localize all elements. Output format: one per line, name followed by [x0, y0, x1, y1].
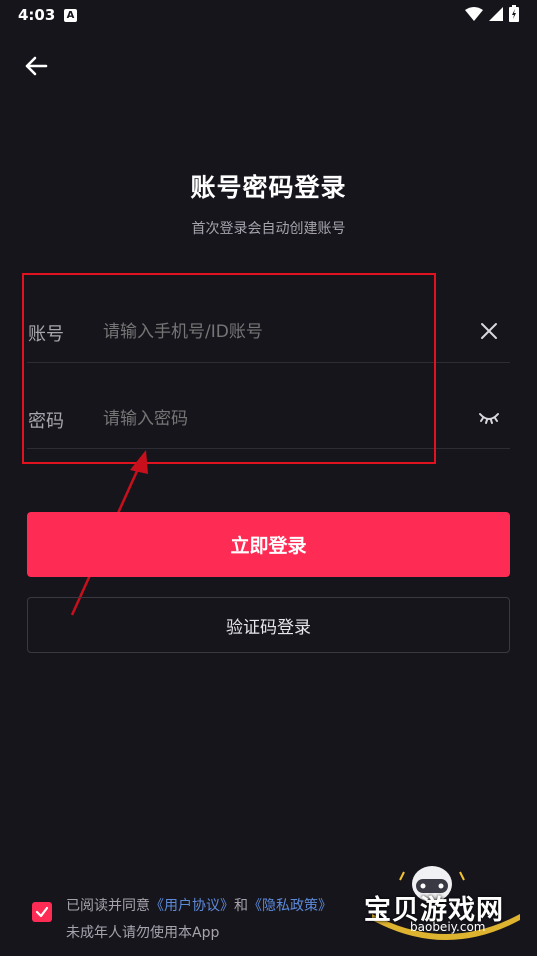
- status-icons: [465, 5, 519, 22]
- minor-notice: 未成年人请勿使用本App: [66, 925, 220, 941]
- sms-login-button[interactable]: 验证码登录: [27, 597, 510, 653]
- page-title: 账号密码登录: [190, 173, 347, 202]
- user-agreement-link[interactable]: 《用户协议》: [150, 898, 234, 914]
- login-button[interactable]: 立即登录: [27, 512, 510, 577]
- close-icon: [481, 323, 497, 339]
- agree-checkbox[interactable]: [32, 902, 52, 922]
- watermark-logo: 宝贝游戏网 baobeiy.com: [360, 862, 530, 952]
- check-icon: [35, 906, 49, 918]
- agreement-prefix: 已阅读并同意: [66, 898, 150, 914]
- watermark-url: baobeiy.com: [410, 920, 486, 934]
- status-time: 4:03: [18, 6, 56, 24]
- signal-icon: [489, 6, 503, 21]
- back-button[interactable]: [22, 52, 50, 80]
- eye-closed-icon: [479, 413, 499, 424]
- page-subtitle: 首次登录会自动创建账号: [191, 221, 346, 237]
- agreement-and: 和: [234, 898, 248, 914]
- notification-letter: A: [66, 10, 75, 21]
- wifi-icon: [465, 6, 483, 21]
- clear-button[interactable]: [478, 320, 500, 342]
- annotation-box: [22, 273, 436, 464]
- back-arrow-icon: [25, 56, 48, 76]
- toggle-visibility-button[interactable]: [477, 406, 501, 428]
- battery-icon: [509, 5, 519, 22]
- privacy-policy-link[interactable]: 《隐私政策》: [248, 898, 332, 914]
- notification-icon: A: [64, 9, 77, 22]
- agreement-text: 已阅读并同意《用户协议》和《隐私政策》 未成年人请勿使用本App: [66, 893, 332, 947]
